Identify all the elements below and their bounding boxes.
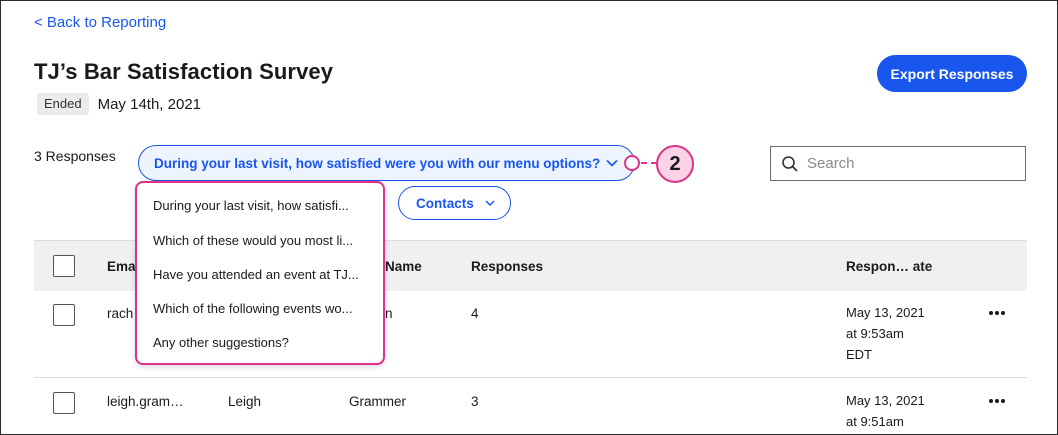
search-input[interactable] (807, 155, 1017, 172)
back-to-reporting-link[interactable]: < Back to Reporting (34, 14, 166, 31)
contacts-filter[interactable]: Contacts (398, 186, 511, 220)
callout-ring (624, 155, 640, 171)
column-header-responses[interactable]: Responses (471, 259, 543, 274)
chevron-down-icon (606, 159, 618, 167)
row-timezone: EDT (846, 347, 872, 362)
dropdown-item[interactable]: Any other suggestions? (153, 335, 373, 350)
row-last-name: n (385, 306, 393, 321)
row-response-date: May 13, 2021 at 9:53am EDT (846, 302, 925, 365)
page-frame: < Back to Reporting TJ’s Bar Satisfactio… (0, 0, 1058, 435)
row-time: at 9:53am (846, 326, 904, 341)
question-dropdown-menu: During your last visit, how satisfi... W… (135, 181, 385, 365)
dropdown-item[interactable]: Which of the following events wo... (153, 301, 373, 316)
dropdown-item[interactable]: Have you attended an event at TJ... (153, 267, 373, 282)
column-header-name[interactable]: Name (385, 259, 422, 274)
search-box[interactable] (770, 146, 1026, 181)
responses-count: 3 Responses (34, 148, 116, 164)
contacts-filter-label: Contacts (416, 195, 474, 211)
survey-status-row: Ended May 14th, 2021 (37, 93, 201, 115)
column-header-email[interactable]: Ema (107, 259, 136, 274)
more-horizontal-icon[interactable] (989, 396, 1009, 406)
dropdown-item[interactable]: Which of these would you most li... (153, 233, 373, 248)
row-checkbox[interactable] (53, 392, 75, 414)
row-responses: 3 (471, 394, 479, 409)
ended-date: May 14th, 2021 (97, 95, 201, 113)
row-date: May 13, 2021 (846, 305, 925, 320)
row-first-name: Leigh (228, 394, 262, 409)
column-header-response-date[interactable]: Respon… ate (846, 259, 932, 274)
row-time: at 9:51am (846, 414, 904, 429)
status-badge: Ended (37, 93, 89, 115)
search-icon (782, 155, 798, 172)
chevron-down-icon (485, 200, 495, 207)
row-last-name: Grammer (349, 394, 406, 409)
export-responses-button[interactable]: Export Responses (877, 55, 1027, 92)
callout-connector (641, 162, 657, 164)
row-checkbox[interactable] (53, 304, 75, 326)
row-email: leigh.gram… (107, 394, 184, 409)
row-date: May 13, 2021 (846, 393, 925, 408)
question-select-label: During your last visit, how satisfied we… (154, 155, 601, 171)
row-responses: 4 (471, 306, 479, 321)
page-title: TJ’s Bar Satisfaction Survey (34, 59, 334, 84)
row-email: rach (107, 306, 134, 321)
question-select[interactable]: During your last visit, how satisfied we… (138, 145, 635, 181)
select-all-checkbox[interactable] (53, 255, 75, 277)
callout-number-badge: 2 (656, 145, 694, 183)
more-horizontal-icon[interactable] (989, 308, 1009, 318)
dropdown-item[interactable]: During your last visit, how satisfi... (153, 198, 373, 213)
table-row: leigh.gram… Leigh Grammer 3 May 13, 2021… (34, 378, 1027, 434)
row-response-date: May 13, 2021 at 9:51am (846, 390, 925, 432)
